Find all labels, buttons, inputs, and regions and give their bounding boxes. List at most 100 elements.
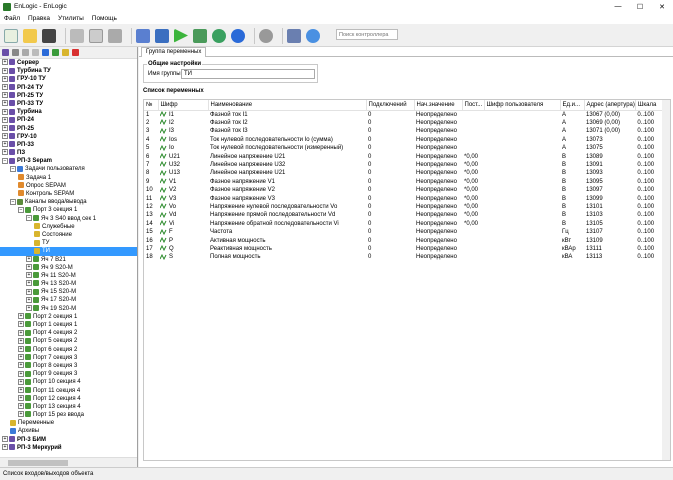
tree-node[interactable]: ТУ bbox=[0, 239, 137, 247]
column-header[interactable]: Ед.и... bbox=[560, 100, 585, 111]
tree-node[interactable]: + РП-33 bbox=[0, 141, 137, 149]
cut-icon[interactable] bbox=[70, 28, 84, 43]
run-icon[interactable] bbox=[174, 28, 188, 43]
table-row[interactable]: 17 Q Реактивная мощность 0 Неопределено кВАр 1… bbox=[144, 245, 665, 253]
table-row[interactable]: 2 I2 Фазной ток I2 0 Неопределено A 13069 (0,0… bbox=[144, 119, 665, 127]
column-header[interactable]: Наименование bbox=[208, 100, 367, 111]
tree-node[interactable]: + Порт 15 рез ввода bbox=[0, 411, 137, 419]
open-folder-icon[interactable] bbox=[23, 28, 37, 43]
table-row[interactable]: 4 Ios Ток нулевой последовательности Io (с… bbox=[144, 136, 665, 144]
gear-icon[interactable] bbox=[259, 28, 273, 43]
maximize-button[interactable]: ☐ bbox=[629, 0, 651, 13]
group-name-input[interactable]: ТИ bbox=[181, 69, 315, 79]
tree-node[interactable]: Задача 1 bbox=[0, 174, 137, 182]
new-icon[interactable] bbox=[4, 28, 18, 43]
expand-icon[interactable]: + bbox=[26, 264, 32, 271]
collapse-icon[interactable]: − bbox=[26, 214, 32, 221]
table-row[interactable]: 18 S Полная мощность 0 Неопределено кВА 13113 0… bbox=[144, 253, 665, 261]
expand-icon[interactable]: + bbox=[2, 67, 8, 74]
tree-node[interactable]: + Порт 2 секция 1 bbox=[0, 313, 137, 321]
menu-utilities[interactable]: Утилиты bbox=[58, 15, 84, 22]
tree-node[interactable]: + РП-3 БИМ bbox=[0, 436, 137, 444]
expand-icon[interactable]: + bbox=[18, 313, 24, 320]
table-row[interactable]: 3 I3 Фазной ток I3 0 Неопределено A 13071 (0,0… bbox=[144, 127, 665, 135]
delete-icon[interactable] bbox=[72, 49, 79, 56]
table-row[interactable]: 11 V3 Фазное напряжение V3 0 Неопределено *0,… bbox=[144, 194, 665, 203]
expand-icon[interactable]: + bbox=[26, 296, 32, 303]
list-icon[interactable] bbox=[136, 28, 150, 43]
table-row[interactable]: 13 Vd Напряжение прямой последовательности… bbox=[144, 211, 665, 219]
tree-node[interactable]: + ГРУ-10 ТУ bbox=[0, 75, 137, 83]
settings-icon[interactable] bbox=[42, 49, 49, 56]
table-vertical-scrollbar[interactable] bbox=[662, 100, 670, 460]
download-icon[interactable] bbox=[155, 28, 169, 43]
column-header[interactable]: Шифр bbox=[158, 100, 209, 111]
globe-icon[interactable] bbox=[231, 28, 245, 43]
tree-node[interactable]: + Порт 5 секция 2 bbox=[0, 337, 137, 345]
column-header[interactable]: Шифр пользователя bbox=[484, 100, 561, 111]
expand-icon[interactable]: + bbox=[2, 133, 8, 140]
expand-icon[interactable]: + bbox=[18, 329, 24, 336]
table-row[interactable]: 7 U32 Линейное напряжение U32 0 Неопределено… bbox=[144, 161, 665, 169]
collapse-icon[interactable]: − bbox=[18, 206, 24, 213]
tree-node[interactable]: + Порт 7 секция 3 bbox=[0, 354, 137, 362]
tree-node[interactable]: + Турбина bbox=[0, 108, 137, 116]
network-icon[interactable] bbox=[306, 28, 320, 43]
expand-icon[interactable]: + bbox=[18, 362, 24, 369]
object-tree[interactable]: + Сервер + Турбина ТУ + ГРУ-10 ТУ + РП-24 ТУ + РП… bbox=[0, 59, 137, 453]
tree-node[interactable]: + Яч 11 S20-M bbox=[0, 272, 137, 280]
table-row[interactable]: 16 P Активная мощность 0 Неопределено кВт 1310… bbox=[144, 237, 665, 245]
expand-icon[interactable]: + bbox=[2, 92, 8, 99]
monitor-icon[interactable] bbox=[193, 28, 207, 43]
link-icon[interactable] bbox=[32, 49, 39, 56]
tree-node[interactable]: + РП-25 bbox=[0, 124, 137, 133]
add-icon[interactable] bbox=[12, 49, 19, 56]
expand-icon[interactable]: + bbox=[2, 116, 8, 123]
table-row[interactable]: 1 I1 Фазной ток I1 0 Неопределено A 13067 (0,0… bbox=[144, 110, 665, 119]
tree-node[interactable]: + Порт 9 секция 3 bbox=[0, 370, 137, 378]
expand-icon[interactable]: + bbox=[26, 255, 32, 262]
expand-icon[interactable]: + bbox=[26, 280, 32, 287]
expand-icon[interactable]: + bbox=[18, 403, 24, 410]
column-header[interactable]: № bbox=[144, 100, 159, 111]
table-row[interactable]: 14 Vi Напряжение обратной последовательнос… bbox=[144, 220, 665, 228]
expand-icon[interactable]: + bbox=[2, 83, 8, 90]
tree-node[interactable]: + Яч 19 S20-M bbox=[0, 305, 137, 313]
save-icon[interactable] bbox=[42, 28, 56, 43]
copy-icon[interactable] bbox=[89, 28, 103, 43]
menu-edit[interactable]: Правка bbox=[28, 15, 50, 22]
column-header[interactable]: Шкала bbox=[635, 100, 666, 111]
tree-node[interactable]: + Порт 12 секция 4 bbox=[0, 395, 137, 403]
expand-icon[interactable]: + bbox=[18, 321, 24, 328]
properties-icon[interactable] bbox=[62, 49, 69, 56]
expand-icon[interactable]: + bbox=[18, 395, 24, 402]
tree-node[interactable]: + РП-25 ТУ bbox=[0, 92, 137, 100]
tree-node[interactable]: ТИ bbox=[0, 247, 137, 256]
tree-node[interactable]: + Порт 1 секция 1 bbox=[0, 321, 137, 329]
refresh-icon[interactable] bbox=[212, 28, 226, 43]
expand-icon[interactable]: + bbox=[2, 75, 8, 82]
expand-icon[interactable]: + bbox=[2, 149, 8, 156]
tree-node[interactable]: + Порт 11 секция 4 bbox=[0, 386, 137, 395]
tree-node[interactable]: Переменные bbox=[0, 419, 137, 427]
table-row[interactable]: 12 Vo Напряжение нулевой последовательност… bbox=[144, 203, 665, 211]
tree-node[interactable]: Служебные bbox=[0, 223, 137, 231]
paste-object-icon[interactable] bbox=[52, 49, 59, 56]
expand-icon[interactable]: + bbox=[2, 100, 8, 107]
column-header[interactable]: Нач.значение bbox=[414, 100, 463, 111]
tree-horizontal-scrollbar[interactable] bbox=[0, 457, 137, 467]
menu-help[interactable]: Помощь bbox=[92, 15, 117, 22]
column-header[interactable]: Подключений bbox=[366, 100, 415, 111]
table-row[interactable]: 9 V1 Фазное напряжение V1 0 Неопределено *0,0… bbox=[144, 178, 665, 186]
tree-node[interactable]: + ПЗ bbox=[0, 149, 137, 157]
expand-icon[interactable]: + bbox=[18, 337, 24, 344]
tree-node[interactable]: − РП-3 Sepam bbox=[0, 157, 137, 165]
expand-icon[interactable]: + bbox=[2, 124, 8, 131]
tree-node[interactable]: + РП-24 ТУ bbox=[0, 83, 137, 92]
expand-icon[interactable]: + bbox=[2, 444, 8, 451]
search-input[interactable] bbox=[336, 29, 398, 40]
tab-variable-group[interactable]: Группа переменных bbox=[141, 47, 207, 57]
expand-icon[interactable]: + bbox=[26, 305, 32, 312]
expand-icon[interactable]: + bbox=[18, 411, 24, 418]
tree-node[interactable]: − Порт 3 секция 1 bbox=[0, 206, 137, 214]
